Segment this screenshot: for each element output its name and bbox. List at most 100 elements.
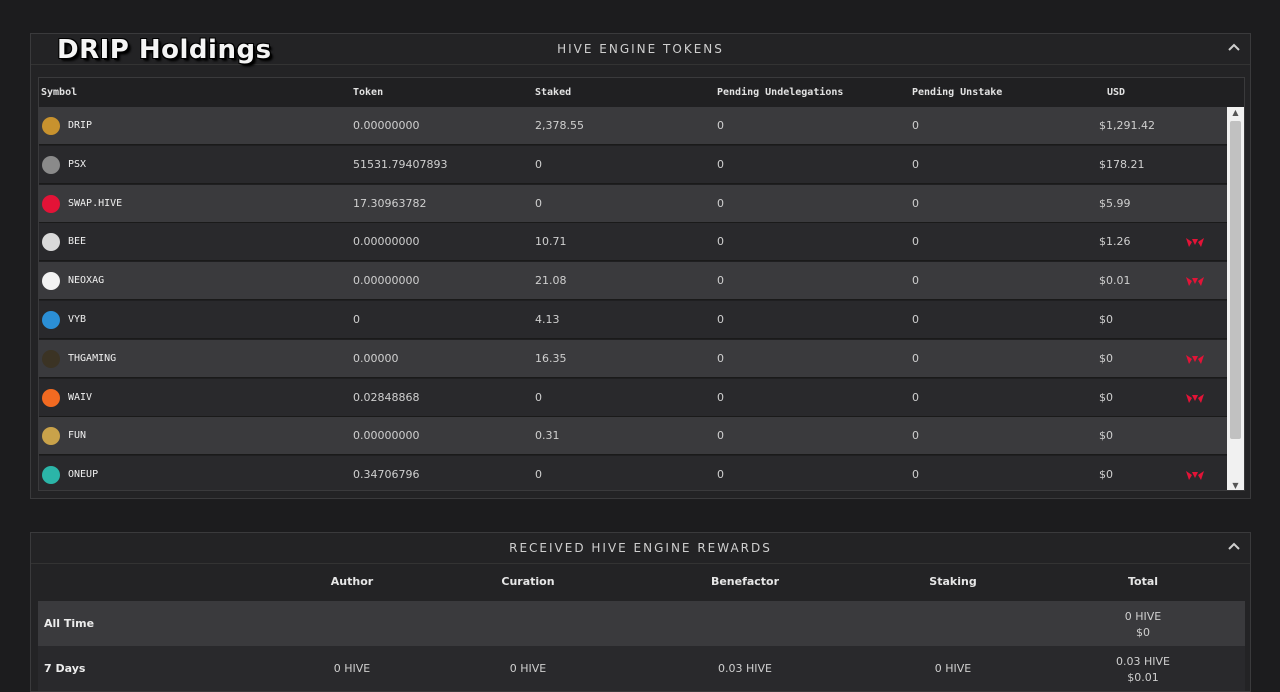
scrollbar-thumb[interactable] bbox=[1230, 121, 1241, 439]
hive-logo-icon[interactable] bbox=[1185, 469, 1205, 481]
usd-value: $0 bbox=[1099, 429, 1113, 443]
usd-value: $0 bbox=[1099, 351, 1113, 365]
pending-undelegations-amount: 0 bbox=[717, 351, 724, 365]
column-header-token[interactable]: Token bbox=[353, 78, 383, 107]
token-symbol-link[interactable]: PSX bbox=[68, 146, 86, 184]
hive-logo-icon[interactable] bbox=[1185, 275, 1205, 287]
column-header-symbol[interactable]: Symbol bbox=[41, 78, 77, 107]
drip-token-icon bbox=[42, 117, 60, 135]
total-value: 0.03 HIVE $0.01 bbox=[1083, 654, 1203, 686]
pending-undelegations-amount: 0 bbox=[717, 390, 724, 404]
pending-undelegations-amount: 0 bbox=[717, 119, 724, 132]
column-header-usd[interactable]: USD bbox=[1107, 78, 1125, 107]
thgaming-token-icon bbox=[42, 349, 60, 368]
pending-unstake-amount: 0 bbox=[912, 274, 919, 288]
pending-unstake-amount: 0 bbox=[912, 351, 919, 365]
row-label: 7 Days bbox=[44, 662, 86, 675]
vyb-token-icon bbox=[42, 311, 60, 329]
token-amount: 0 bbox=[353, 313, 360, 326]
staking-value: 0 HIVE bbox=[934, 662, 972, 675]
pending-undelegations-amount: 0 bbox=[717, 157, 724, 171]
total-usd: $0 bbox=[1136, 626, 1150, 639]
table-body: DRIP 0.00000000 2,378.55 0 0 $1,291.42 PSX 5153… bbox=[39, 107, 1227, 490]
token-amount: 51531.79407893 bbox=[353, 157, 448, 171]
pending-undelegations-amount: 0 bbox=[717, 196, 724, 210]
token-amount: 0.00000000 bbox=[353, 274, 420, 288]
hive-logo-icon[interactable] bbox=[1185, 392, 1205, 404]
column-header-benefactor: Benefactor bbox=[710, 575, 780, 588]
column-header-staking: Staking bbox=[929, 575, 977, 588]
usd-value: $1.26 bbox=[1099, 235, 1131, 249]
total-hive: 0.03 HIVE bbox=[1116, 655, 1170, 668]
token-amount: 17.30963782 bbox=[353, 196, 427, 210]
pending-unstake-amount: 0 bbox=[912, 119, 919, 132]
usd-value: $0.01 bbox=[1099, 274, 1131, 288]
staked-amount: 4.13 bbox=[535, 313, 560, 326]
token-symbol-link[interactable]: SWAP.HIVE bbox=[68, 185, 122, 223]
staked-amount: 0 bbox=[535, 157, 542, 171]
staked-amount: 21.08 bbox=[535, 274, 567, 288]
staked-amount: 0.31 bbox=[535, 429, 560, 443]
usd-value: $5.99 bbox=[1099, 196, 1131, 210]
scroll-down-arrow-icon[interactable]: ▼ bbox=[1227, 480, 1244, 490]
staked-amount: 2,378.55 bbox=[535, 119, 584, 132]
column-header-pending-unstake[interactable]: Pending Unstake bbox=[912, 78, 1002, 107]
psx-token-icon bbox=[42, 155, 60, 174]
bee-token-icon bbox=[42, 233, 60, 252]
scroll-up-arrow-icon[interactable]: ▲ bbox=[1227, 107, 1244, 119]
total-hive: 0 HIVE bbox=[1124, 610, 1162, 623]
token-amount: 0.00000 bbox=[353, 351, 399, 365]
token-symbol-link[interactable]: NEOXAG bbox=[68, 262, 104, 300]
pending-undelegations-amount: 0 bbox=[717, 235, 724, 249]
brand-title: DRIP Holdings bbox=[57, 35, 272, 65]
table-row[interactable]: DRIP 0.00000000 2,378.55 0 0 $1,291.42 bbox=[39, 107, 1227, 145]
rewards-table-header: Author Curation Benefactor Staking Total bbox=[38, 571, 1245, 601]
swap-hive-token-icon bbox=[42, 194, 60, 213]
received-rewards-panel: RECEIVED HIVE ENGINE REWARDS Author Cura… bbox=[30, 532, 1251, 692]
table-header: Symbol Token Staked Pending Undelegation… bbox=[39, 78, 1244, 108]
table-row[interactable]: ONEUP 0.34706796 0 0 0 $0 bbox=[39, 456, 1227, 490]
token-amount: 0.00000000 bbox=[353, 429, 420, 443]
pending-unstake-amount: 0 bbox=[912, 429, 919, 443]
staked-amount: 0 bbox=[535, 390, 542, 404]
collapse-chevron-icon[interactable] bbox=[1226, 40, 1242, 56]
collapse-chevron-icon[interactable] bbox=[1226, 539, 1242, 555]
token-symbol-link[interactable]: VYB bbox=[68, 301, 86, 339]
column-header-pending-undelegations[interactable]: Pending Undelegations bbox=[717, 78, 843, 107]
fun-token-icon bbox=[42, 427, 60, 446]
column-header-author: Author bbox=[330, 575, 374, 588]
curation-value: 0 HIVE bbox=[509, 662, 547, 675]
rewards-row-7-days: 7 Days 0 HIVE 0 HIVE 0.03 HIVE 0 HIVE 0.… bbox=[38, 646, 1245, 691]
table-row[interactable]: FUN 0.00000000 0.31 0 0 $0 bbox=[39, 417, 1227, 456]
author-value bbox=[292, 601, 412, 646]
hive-logo-icon[interactable] bbox=[1185, 353, 1205, 365]
neoxag-token-icon bbox=[42, 272, 60, 291]
pending-unstake-amount: 0 bbox=[912, 313, 919, 326]
token-symbol-link[interactable]: DRIP bbox=[68, 107, 92, 145]
table-scrollbar[interactable]: ▲ ▼ bbox=[1227, 107, 1244, 490]
staked-amount: 10.71 bbox=[535, 235, 567, 249]
table-row[interactable]: PSX 51531.79407893 0 0 0 $178.21 bbox=[39, 145, 1227, 184]
pending-unstake-amount: 0 bbox=[912, 468, 919, 482]
table-row[interactable]: SWAP.HIVE 17.30963782 0 0 0 $5.99 bbox=[39, 184, 1227, 223]
total-value: 0 HIVE $0 bbox=[1083, 609, 1203, 641]
token-symbol-link[interactable]: ONEUP bbox=[68, 456, 98, 490]
pending-undelegations-amount: 0 bbox=[717, 429, 724, 443]
table-row[interactable]: BEE 0.00000000 10.71 0 0 $1.26 bbox=[39, 223, 1227, 262]
pending-undelegations-amount: 0 bbox=[717, 468, 724, 482]
token-symbol-link[interactable]: THGAMING bbox=[68, 340, 116, 378]
column-header-staked[interactable]: Staked bbox=[535, 78, 571, 107]
staked-amount: 0 bbox=[535, 468, 542, 482]
table-row[interactable]: VYB 0 4.13 0 0 $0 bbox=[39, 301, 1227, 339]
token-symbol-link[interactable]: WAIV bbox=[68, 379, 92, 417]
token-amount: 0.34706796 bbox=[353, 468, 420, 482]
hive-logo-icon[interactable] bbox=[1185, 236, 1205, 248]
token-symbol-link[interactable]: BEE bbox=[68, 223, 86, 261]
rewards-row-all-time: All Time 0 HIVE $0 bbox=[38, 601, 1245, 646]
table-row[interactable]: NEOXAG 0.00000000 21.08 0 0 $0.01 bbox=[39, 262, 1227, 301]
hive-engine-tokens-panel: HIVE ENGINE TOKENS DRIP Holdings Symbol … bbox=[30, 33, 1251, 499]
token-symbol-link[interactable]: FUN bbox=[68, 417, 86, 455]
staked-amount: 0 bbox=[535, 196, 542, 210]
table-row[interactable]: THGAMING 0.00000 16.35 0 0 $0 bbox=[39, 339, 1227, 378]
table-row[interactable]: WAIV 0.02848868 0 0 0 $0 bbox=[39, 378, 1227, 417]
